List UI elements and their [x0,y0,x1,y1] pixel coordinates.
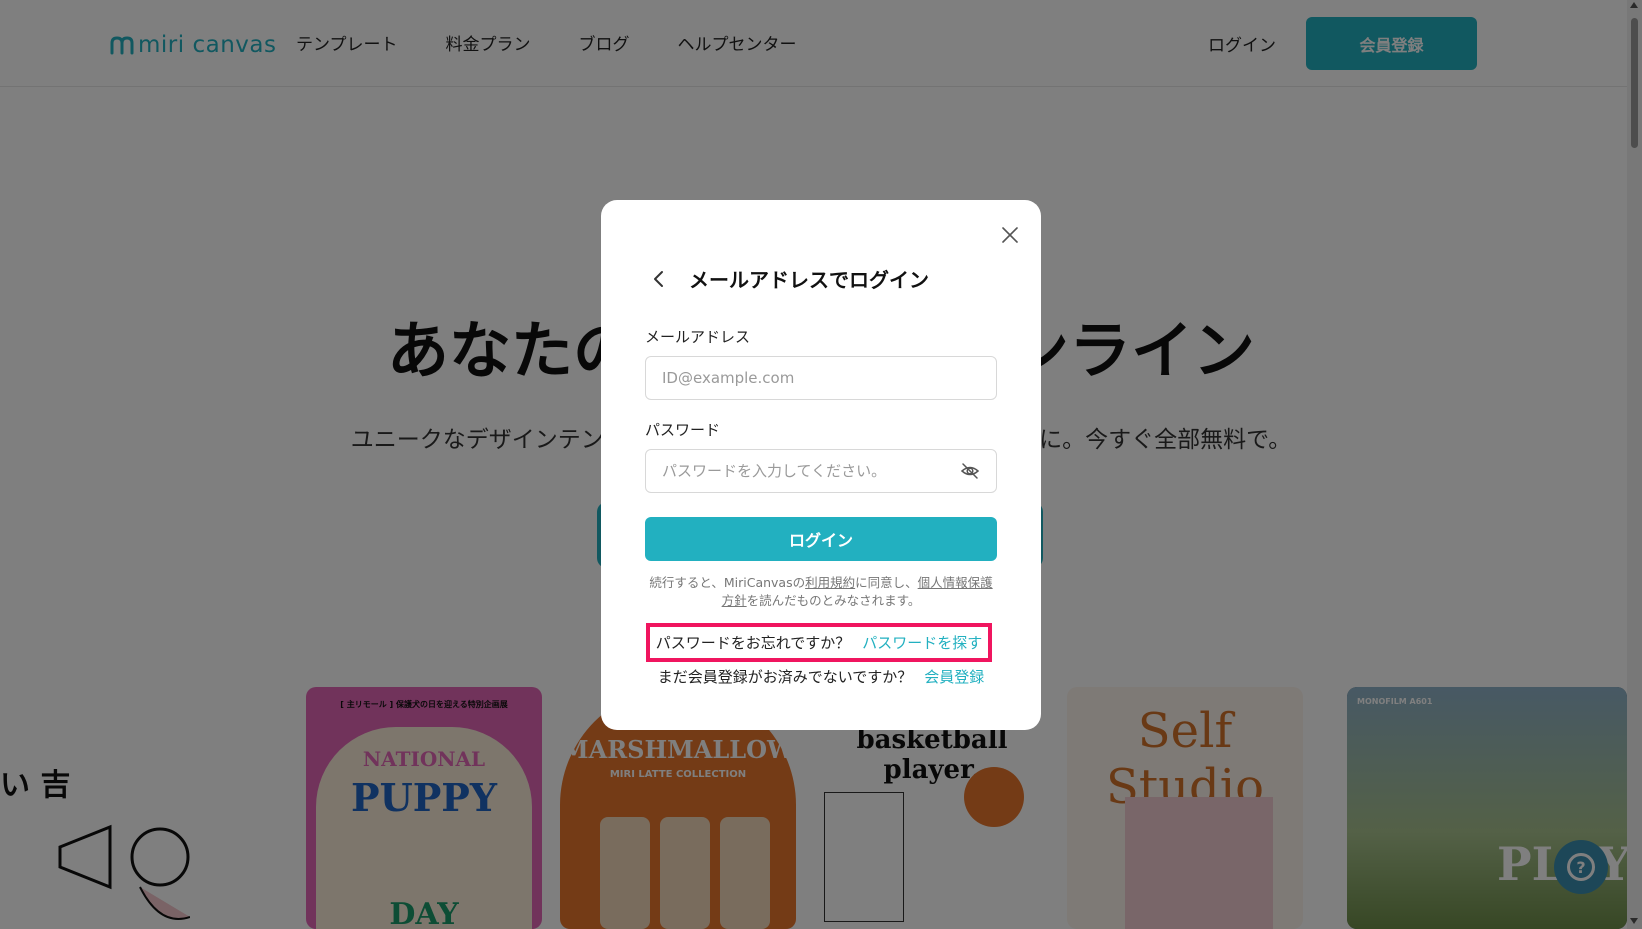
forgot-password-text: パスワードをお忘れですか？ [655,634,851,652]
terms-middle: に同意し、 [855,575,918,590]
email-label: メールアドレス [645,328,751,346]
back-chevron-icon[interactable] [647,268,669,290]
terms-suffix: を読んだものとみなされます。 [746,593,921,608]
email-field[interactable] [662,369,980,387]
forgot-password-row: パスワードをお忘れですか？ パスワードを探す [646,623,992,662]
terms-of-service-link[interactable]: 利用規約 [805,575,855,590]
signup-prompt-text: まだ会員登録がお済みでないですか？ [657,667,913,686]
find-password-link[interactable]: パスワードを探す [862,632,982,653]
close-icon[interactable] [995,220,1025,250]
login-submit-button[interactable]: ログイン [645,517,997,561]
password-field[interactable] [662,462,960,480]
login-modal: メールアドレスでログイン メールアドレス パスワード ログイン 続行すると、Mi… [601,200,1041,730]
eye-off-icon[interactable] [960,461,980,481]
password-field-wrapper [645,449,997,493]
password-label: パスワード [645,421,721,439]
modal-title: メールアドレスでログイン [689,268,929,292]
terms-notice: 続行すると、MiriCanvasの利用規約に同意し、個人情報保護方針を読んだもの… [645,574,997,610]
signup-link[interactable]: 会員登録 [924,666,984,687]
email-field-wrapper [645,356,997,400]
signup-row: まだ会員登録がお済みでないですか？ 会員登録 [645,663,997,689]
terms-prefix: 続行すると、MiriCanvasの [649,575,806,590]
